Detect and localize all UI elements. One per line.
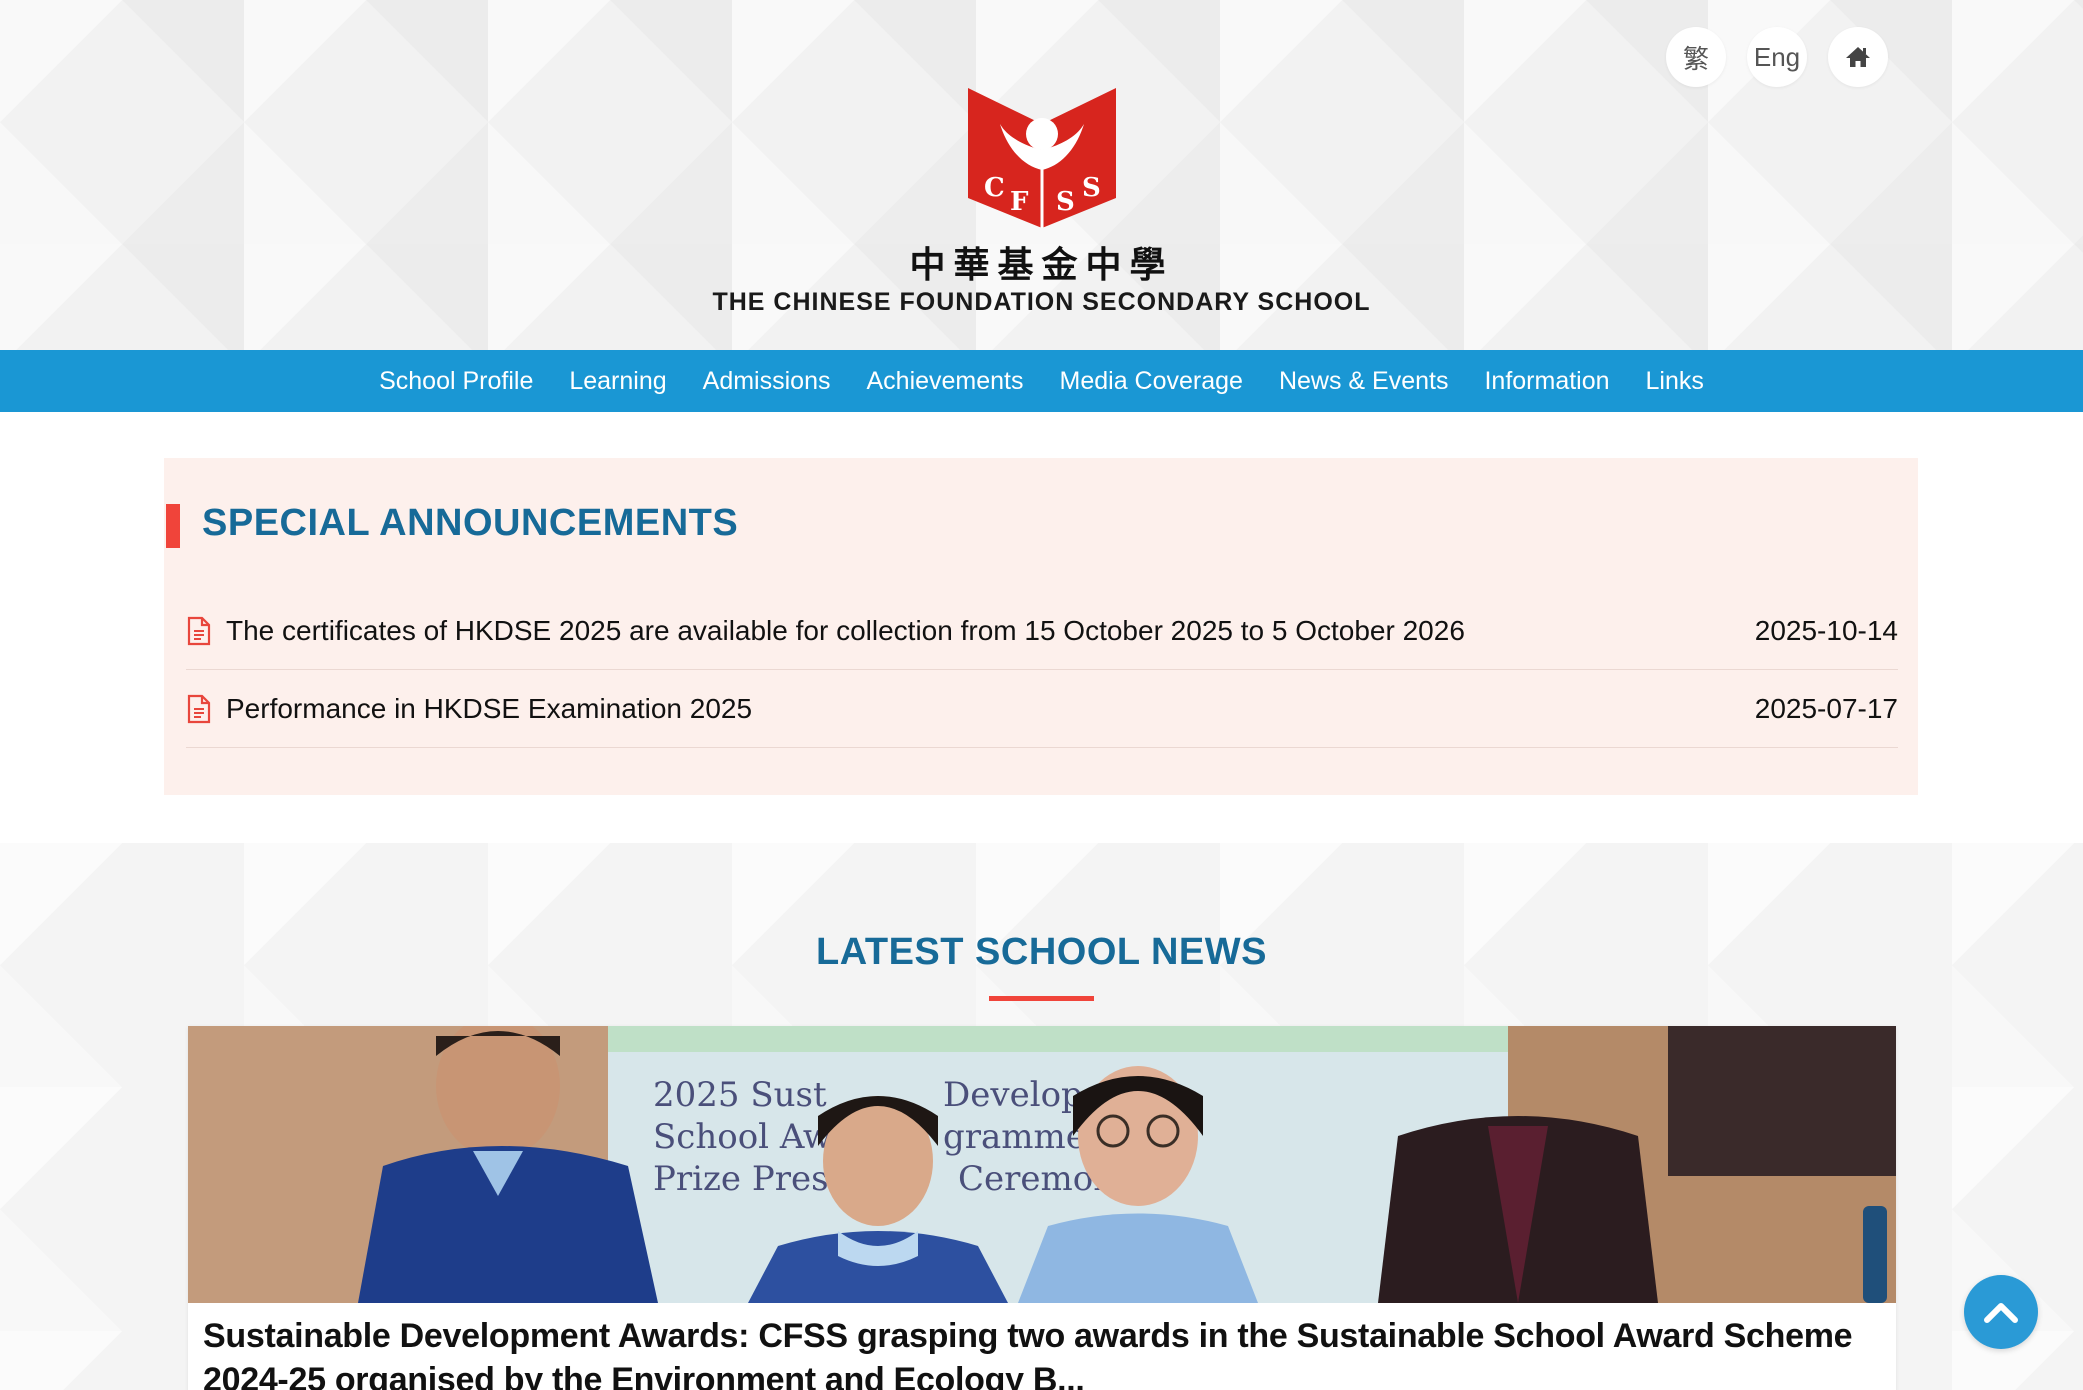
news-headline[interactable]: Sustainable Development Awards: CFSS gra… bbox=[203, 1314, 1883, 1390]
logo-letter-c: C bbox=[984, 173, 1005, 203]
nav-achievements[interactable]: Achievements bbox=[848, 350, 1041, 412]
back-to-top-button[interactable] bbox=[1964, 1275, 2038, 1349]
logo-letter-f: F bbox=[1010, 187, 1029, 217]
announcement-item[interactable]: Performance in HKDSE Examination 2025 20… bbox=[186, 670, 1898, 748]
special-announcements: SPECIAL ANNOUNCEMENTS The certificates o… bbox=[164, 458, 1918, 795]
home-button[interactable] bbox=[1828, 27, 1888, 87]
photo-banner-line-2a: School Aw bbox=[653, 1117, 832, 1157]
news-title-underline bbox=[989, 996, 1094, 1001]
photo-banner-line-1a: 2025 Sust bbox=[653, 1075, 827, 1115]
announcement-text[interactable]: The certificates of HKDSE 2025 are avail… bbox=[226, 615, 1735, 647]
news-title: LATEST SCHOOL NEWS bbox=[816, 931, 1267, 973]
document-icon bbox=[187, 616, 211, 645]
lang-english-button[interactable]: Eng bbox=[1747, 27, 1807, 87]
photo-banner-line-3a: Prize Prese bbox=[653, 1159, 849, 1199]
lang-traditional-button[interactable]: 繁 bbox=[1666, 27, 1726, 87]
nav-links[interactable]: Links bbox=[1628, 350, 1722, 412]
nav-media-coverage[interactable]: Media Coverage bbox=[1042, 350, 1261, 412]
announcement-date: 2025-07-17 bbox=[1754, 692, 1898, 724]
photo-banner-line-1b: Develop bbox=[943, 1075, 1083, 1115]
section-accent-bar bbox=[166, 504, 180, 548]
latest-school-news: LATEST SCHOOL NEWS 2025 Sust Develop Sch… bbox=[0, 843, 2083, 1390]
news-card[interactable]: 2025 Sust Develop School Aw gramme Prize… bbox=[188, 1026, 1896, 1390]
document-icon bbox=[187, 694, 211, 723]
nav-information[interactable]: Information bbox=[1466, 350, 1627, 412]
logo-letter-s2: S bbox=[1082, 173, 1101, 203]
school-logo[interactable]: C F S S bbox=[966, 86, 1118, 228]
announcement-date: 2025-10-14 bbox=[1754, 614, 1898, 646]
nav-learning[interactable]: Learning bbox=[551, 350, 684, 412]
top-utility-buttons: 繁 Eng bbox=[1666, 27, 1888, 87]
chevron-up-icon bbox=[1984, 1303, 2018, 1323]
news-photo[interactable]: 2025 Sust Develop School Aw gramme Prize… bbox=[188, 1026, 1896, 1303]
main-nav: School Profile Learning Admissions Achie… bbox=[0, 350, 2083, 412]
site-header: 繁 Eng C F S S 中華基金中學 THE CHINESE FOUNDAT… bbox=[0, 0, 2083, 350]
school-name-chinese: 中華基金中學 bbox=[909, 245, 1174, 286]
lang-traditional-label: 繁 bbox=[1682, 43, 1709, 74]
lang-english-label: Eng bbox=[1753, 41, 1801, 72]
home-icon bbox=[1846, 47, 1870, 67]
logo-letter-s1: S bbox=[1056, 187, 1075, 217]
nav-news-events[interactable]: News & Events bbox=[1261, 350, 1467, 412]
nav-school-profile[interactable]: School Profile bbox=[361, 350, 551, 412]
announcement-text[interactable]: Performance in HKDSE Examination 2025 bbox=[226, 693, 1735, 725]
nav-admissions[interactable]: Admissions bbox=[685, 350, 849, 412]
announcements-title: SPECIAL ANNOUNCEMENTS bbox=[202, 502, 739, 544]
announcement-item[interactable]: The certificates of HKDSE 2025 are avail… bbox=[186, 592, 1898, 670]
school-name-english: THE CHINESE FOUNDATION SECONDARY SCHOOL bbox=[712, 288, 1371, 316]
photo-banner-line-2b: gramme bbox=[943, 1117, 1086, 1157]
